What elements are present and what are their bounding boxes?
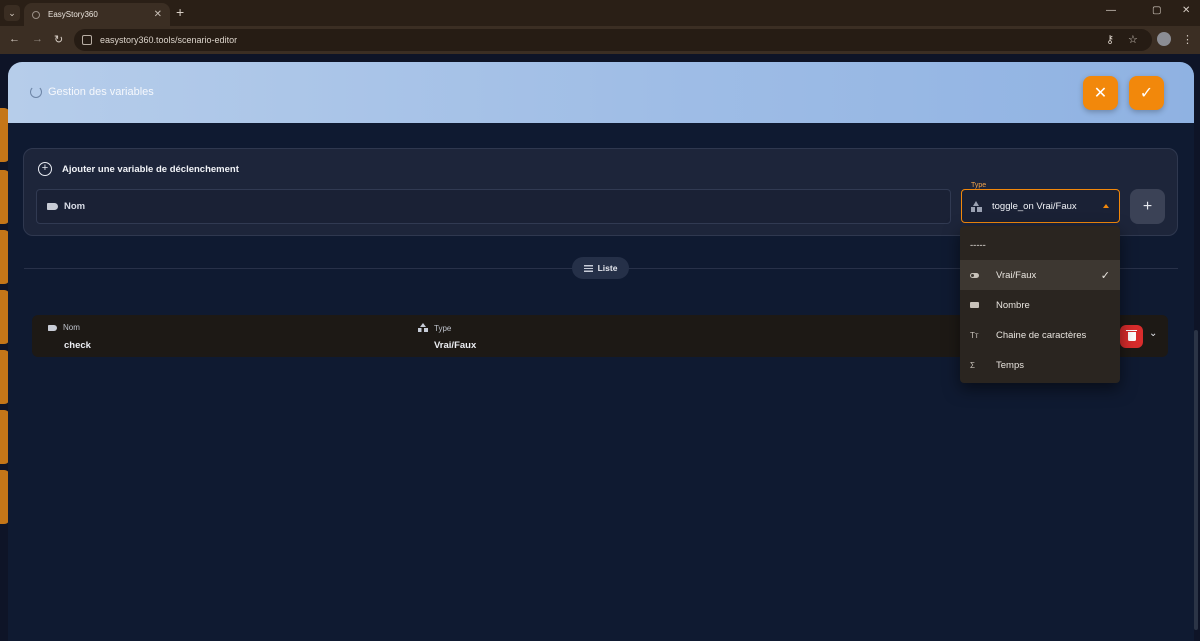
chevron-down-icon[interactable]: ⌄ bbox=[1149, 328, 1157, 339]
more-vertical-icon[interactable]: ⋮ bbox=[1182, 33, 1193, 46]
column-header-type: Type bbox=[418, 323, 451, 333]
text-icon: Tт bbox=[970, 330, 979, 340]
star-icon[interactable]: ☆ bbox=[1128, 33, 1138, 46]
caret-up-icon bbox=[1103, 204, 1109, 208]
card-title: Ajouter une variable de déclenchement bbox=[62, 163, 239, 175]
name-placeholder: Nom bbox=[64, 201, 86, 212]
header-name-label: Nom bbox=[63, 323, 80, 332]
arrow-right-icon[interactable]: → bbox=[32, 33, 43, 45]
trash-icon bbox=[1126, 329, 1137, 341]
toggle-icon-wrap bbox=[970, 271, 996, 280]
modal-title: Gestion des variables bbox=[48, 86, 154, 98]
tab-title: EasyStory360 bbox=[48, 10, 98, 19]
plus-icon[interactable]: + bbox=[176, 4, 184, 20]
sigma-icon: Σ bbox=[970, 360, 975, 370]
option-label: Chaine de caractères bbox=[996, 329, 1087, 341]
confirm-button[interactable]: ✓ bbox=[1129, 76, 1164, 110]
add-variable-card: + Ajouter une variable de déclenchement … bbox=[23, 148, 1178, 236]
cell-type: Vrai/Faux bbox=[434, 340, 477, 351]
type-select[interactable]: toggle_on Vrai/Faux bbox=[961, 189, 1120, 223]
list-icon bbox=[583, 264, 593, 272]
add-circle-icon: + bbox=[38, 162, 52, 176]
label-icon bbox=[48, 324, 57, 331]
shapes-icon bbox=[971, 200, 982, 212]
close-icon[interactable]: ✕ bbox=[154, 9, 162, 20]
browser-tab[interactable]: EasyStory360 ✕ bbox=[24, 3, 170, 26]
modal-header: Gestion des variables ✕ ✓ bbox=[8, 62, 1194, 123]
number-icon bbox=[970, 301, 979, 308]
avatar-icon[interactable] bbox=[1157, 32, 1171, 46]
address-bar: ← → ↻ easystory360.tools/scenario-editor… bbox=[0, 26, 1200, 54]
check-icon: ✓ bbox=[1100, 269, 1110, 282]
scrollbar[interactable] bbox=[1194, 330, 1198, 630]
add-variable-button[interactable]: + bbox=[1130, 189, 1165, 224]
option-empty[interactable]: ----- bbox=[960, 230, 1120, 260]
arrow-left-icon[interactable]: ← bbox=[9, 33, 20, 45]
chevron-down-icon[interactable]: ⌄ bbox=[4, 5, 20, 21]
option-label: ----- bbox=[970, 239, 986, 251]
url-text: easystory360.tools/scenario-editor bbox=[100, 35, 238, 45]
header-type-label: Type bbox=[434, 323, 452, 333]
key-icon[interactable]: ⚷ bbox=[1106, 33, 1114, 46]
reload-icon[interactable]: ↻ bbox=[54, 33, 63, 46]
option-label: Nombre bbox=[996, 299, 1030, 311]
list-chip[interactable]: Liste bbox=[572, 257, 629, 279]
option-vrai-faux[interactable]: Vrai/Faux ✓ bbox=[960, 260, 1120, 290]
option-temps[interactable]: Σ Temps bbox=[960, 350, 1120, 380]
cancel-button[interactable]: ✕ bbox=[1083, 76, 1118, 110]
card-header: + Ajouter une variable de déclenchement bbox=[38, 162, 239, 176]
option-label: Vrai/Faux bbox=[996, 269, 1037, 281]
option-label: Temps bbox=[996, 359, 1024, 371]
maximize-icon[interactable]: ▢ bbox=[1152, 5, 1161, 16]
option-chaine[interactable]: Tт Chaine de caractères bbox=[960, 320, 1120, 350]
minimize-icon[interactable]: — bbox=[1106, 5, 1116, 16]
type-dropdown-menu: ----- Vrai/Faux ✓ Nombre Tт Chaine de ca… bbox=[960, 226, 1120, 383]
type-value: toggle_on Vrai/Faux bbox=[992, 200, 1077, 212]
cell-name: check bbox=[64, 340, 91, 351]
name-input[interactable]: Nom bbox=[36, 189, 951, 224]
list-chip-label: Liste bbox=[597, 263, 618, 273]
shapes-icon bbox=[418, 323, 428, 333]
tab-bar: ⌄ EasyStory360 ✕ + — ▢ ✕ bbox=[0, 0, 1200, 26]
delete-button[interactable] bbox=[1120, 325, 1143, 348]
column-header-name: Nom bbox=[48, 323, 80, 332]
url-input[interactable]: easystory360.tools/scenario-editor bbox=[74, 29, 1152, 51]
loading-icon bbox=[30, 86, 42, 98]
favicon-icon bbox=[32, 10, 40, 19]
number-icon-wrap bbox=[970, 301, 996, 310]
site-info-icon[interactable] bbox=[82, 35, 92, 45]
close-icon[interactable]: ✕ bbox=[1182, 5, 1190, 16]
toggle-icon bbox=[970, 272, 979, 278]
label-icon bbox=[47, 203, 58, 210]
option-nombre[interactable]: Nombre bbox=[960, 290, 1120, 320]
type-label: Type bbox=[969, 182, 989, 189]
